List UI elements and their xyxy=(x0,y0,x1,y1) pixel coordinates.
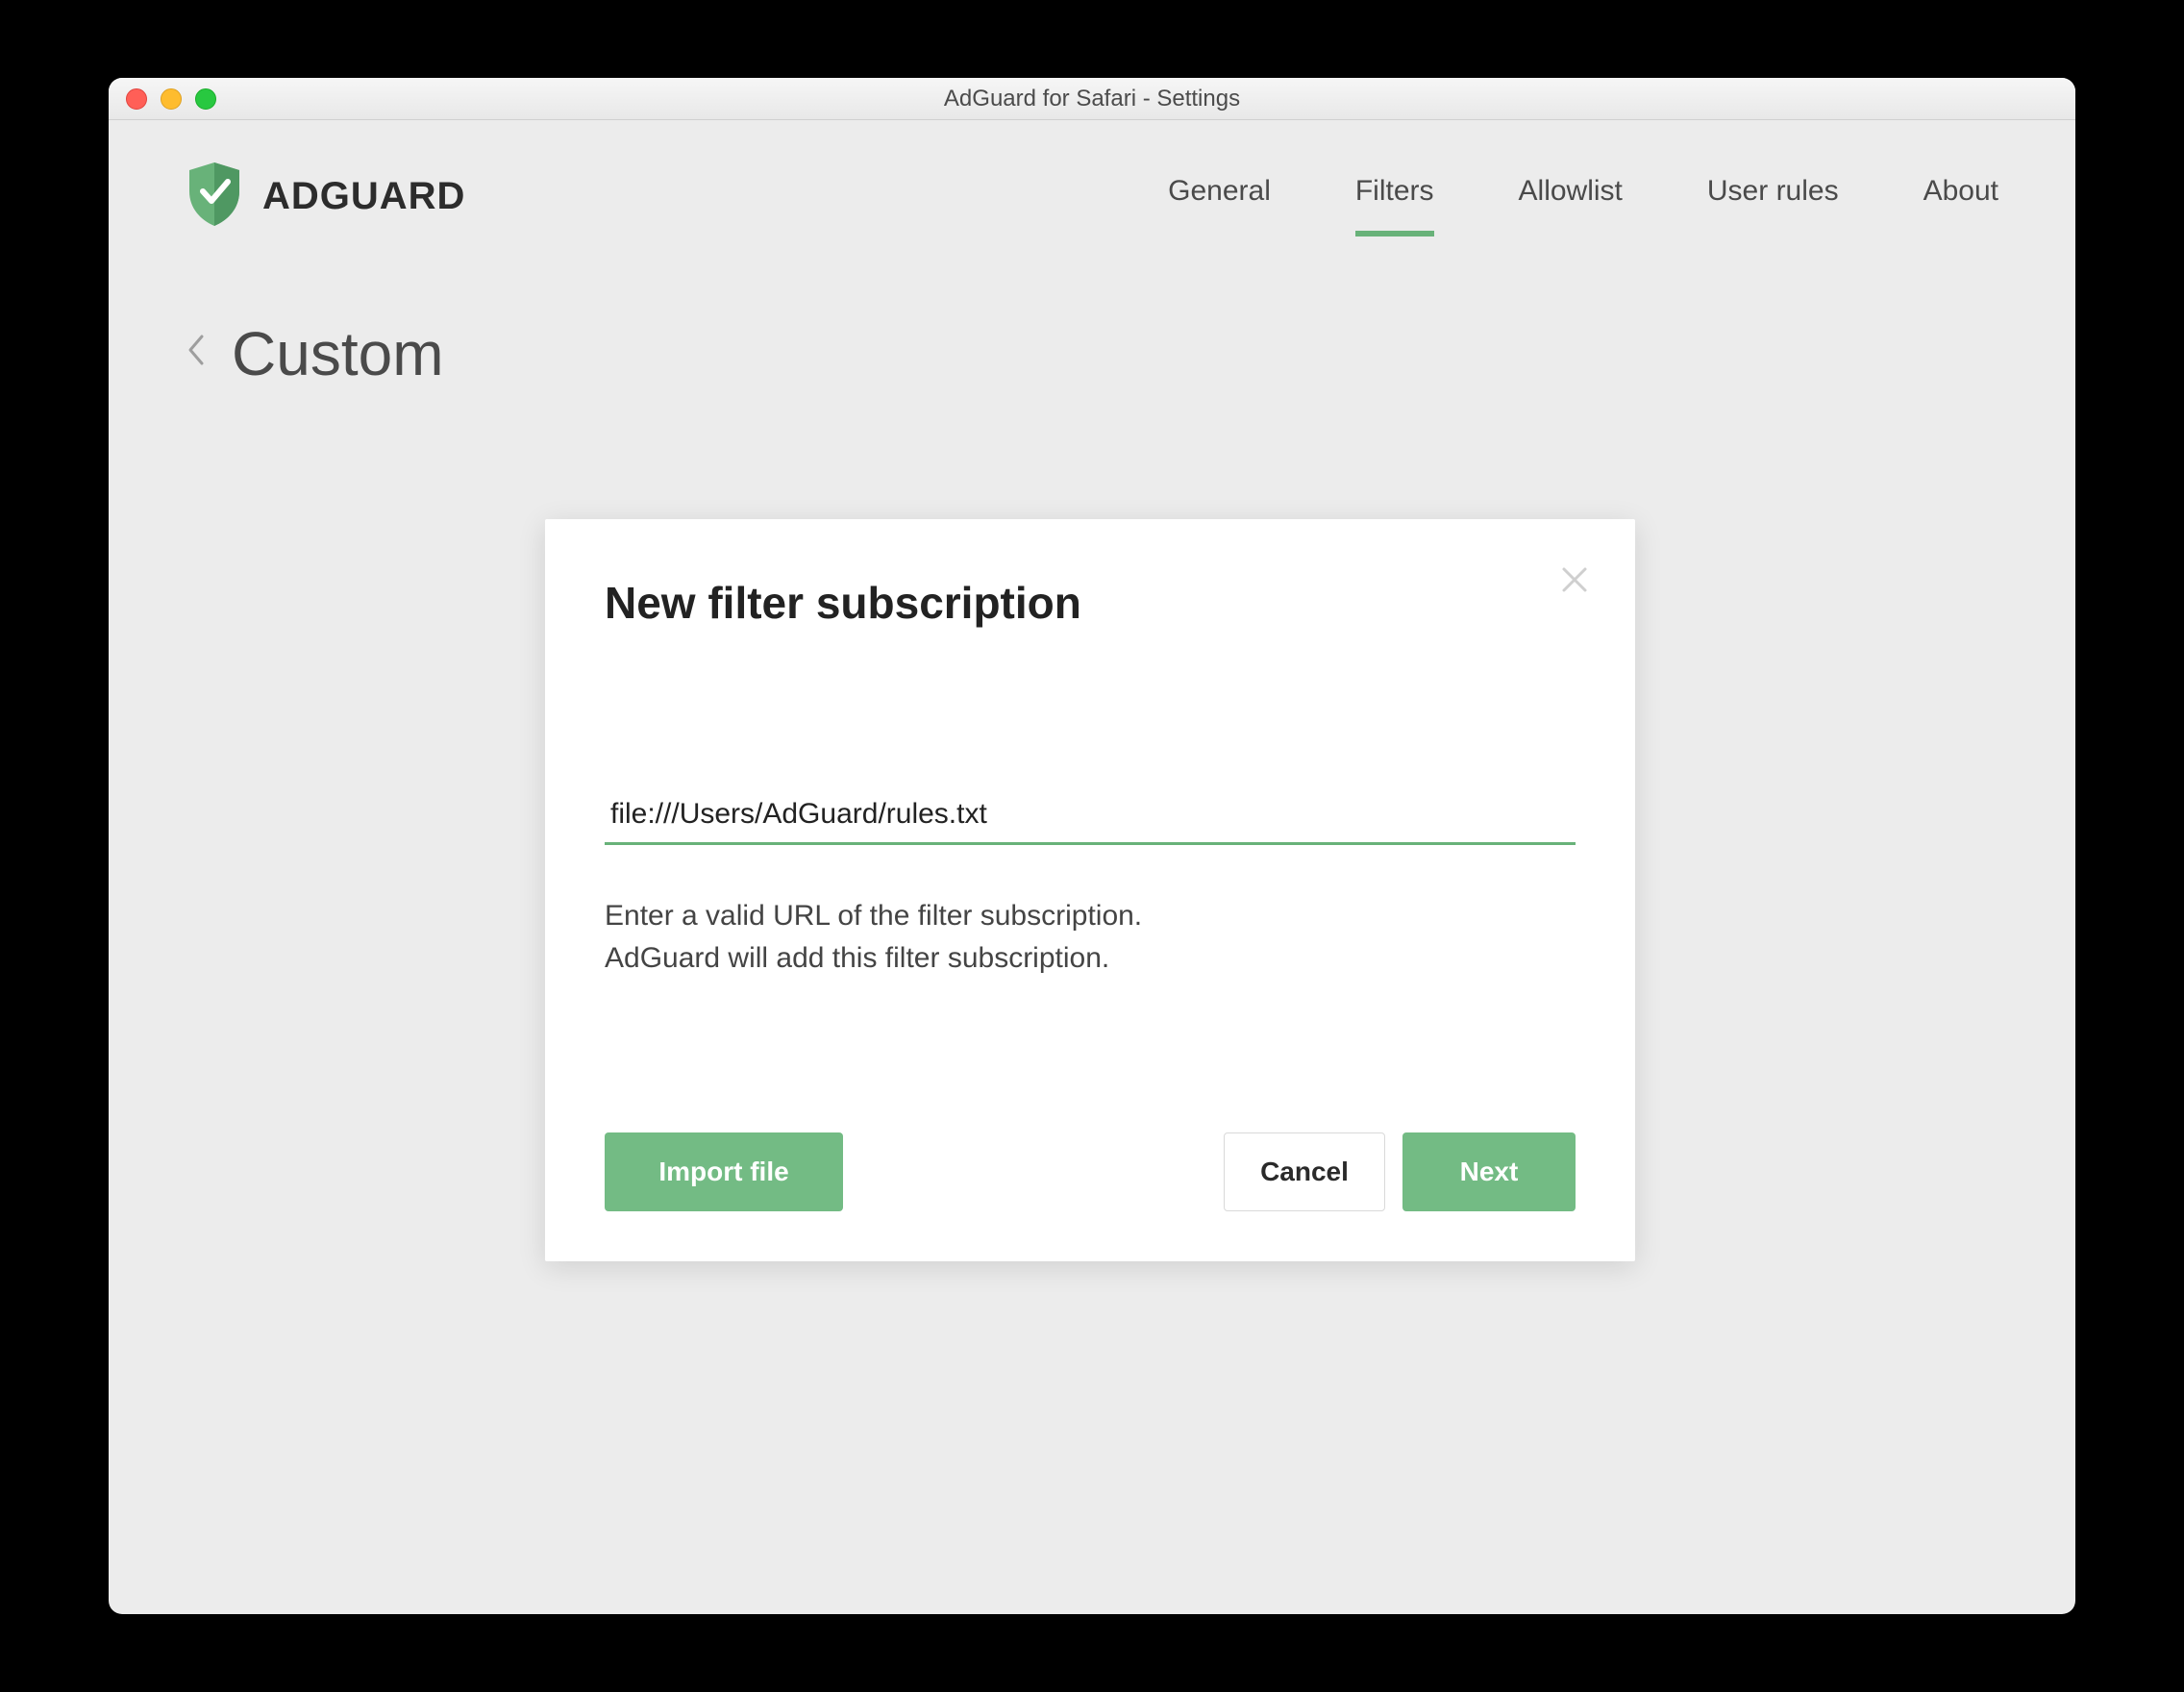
nav-user-rules[interactable]: User rules xyxy=(1707,175,1839,217)
help-line-2: AdGuard will add this filter subscriptio… xyxy=(605,937,1576,980)
app-header: ADGUARD General Filters Allowlist User r… xyxy=(109,120,2075,272)
content-area: ADGUARD General Filters Allowlist User r… xyxy=(109,120,2075,1614)
brand: ADGUARD xyxy=(186,161,465,233)
page-title: Custom xyxy=(232,318,444,389)
main-nav: General Filters Allowlist User rules Abo… xyxy=(1168,175,1998,217)
help-line-1: Enter a valid URL of the filter subscrip… xyxy=(605,895,1576,937)
shield-icon xyxy=(186,161,243,233)
dialog-title: New filter subscription xyxy=(605,577,1576,629)
filter-url-input[interactable] xyxy=(605,786,1576,845)
app-window: AdGuard for Safari - Settings ADGUARD Ge… xyxy=(109,78,2075,1614)
import-file-button[interactable]: Import file xyxy=(605,1132,843,1211)
dialog-help-text: Enter a valid URL of the filter subscrip… xyxy=(605,895,1576,979)
dialog-actions: Import file Cancel Next xyxy=(605,1132,1576,1211)
cancel-button[interactable]: Cancel xyxy=(1224,1132,1385,1211)
nav-general[interactable]: General xyxy=(1168,175,1271,217)
nav-allowlist[interactable]: Allowlist xyxy=(1519,175,1623,217)
titlebar: AdGuard for Safari - Settings xyxy=(109,78,2075,120)
window-title: AdGuard for Safari - Settings xyxy=(109,86,2075,112)
chevron-left-icon[interactable] xyxy=(186,334,207,375)
close-icon[interactable] xyxy=(1560,565,1589,599)
brand-name: ADGUARD xyxy=(262,175,465,218)
page-title-row: Custom xyxy=(109,272,2075,389)
next-button[interactable]: Next xyxy=(1402,1132,1576,1211)
nav-filters[interactable]: Filters xyxy=(1355,175,1434,217)
new-filter-dialog: New filter subscription Enter a valid UR… xyxy=(545,519,1635,1261)
nav-about[interactable]: About xyxy=(1923,175,1998,217)
